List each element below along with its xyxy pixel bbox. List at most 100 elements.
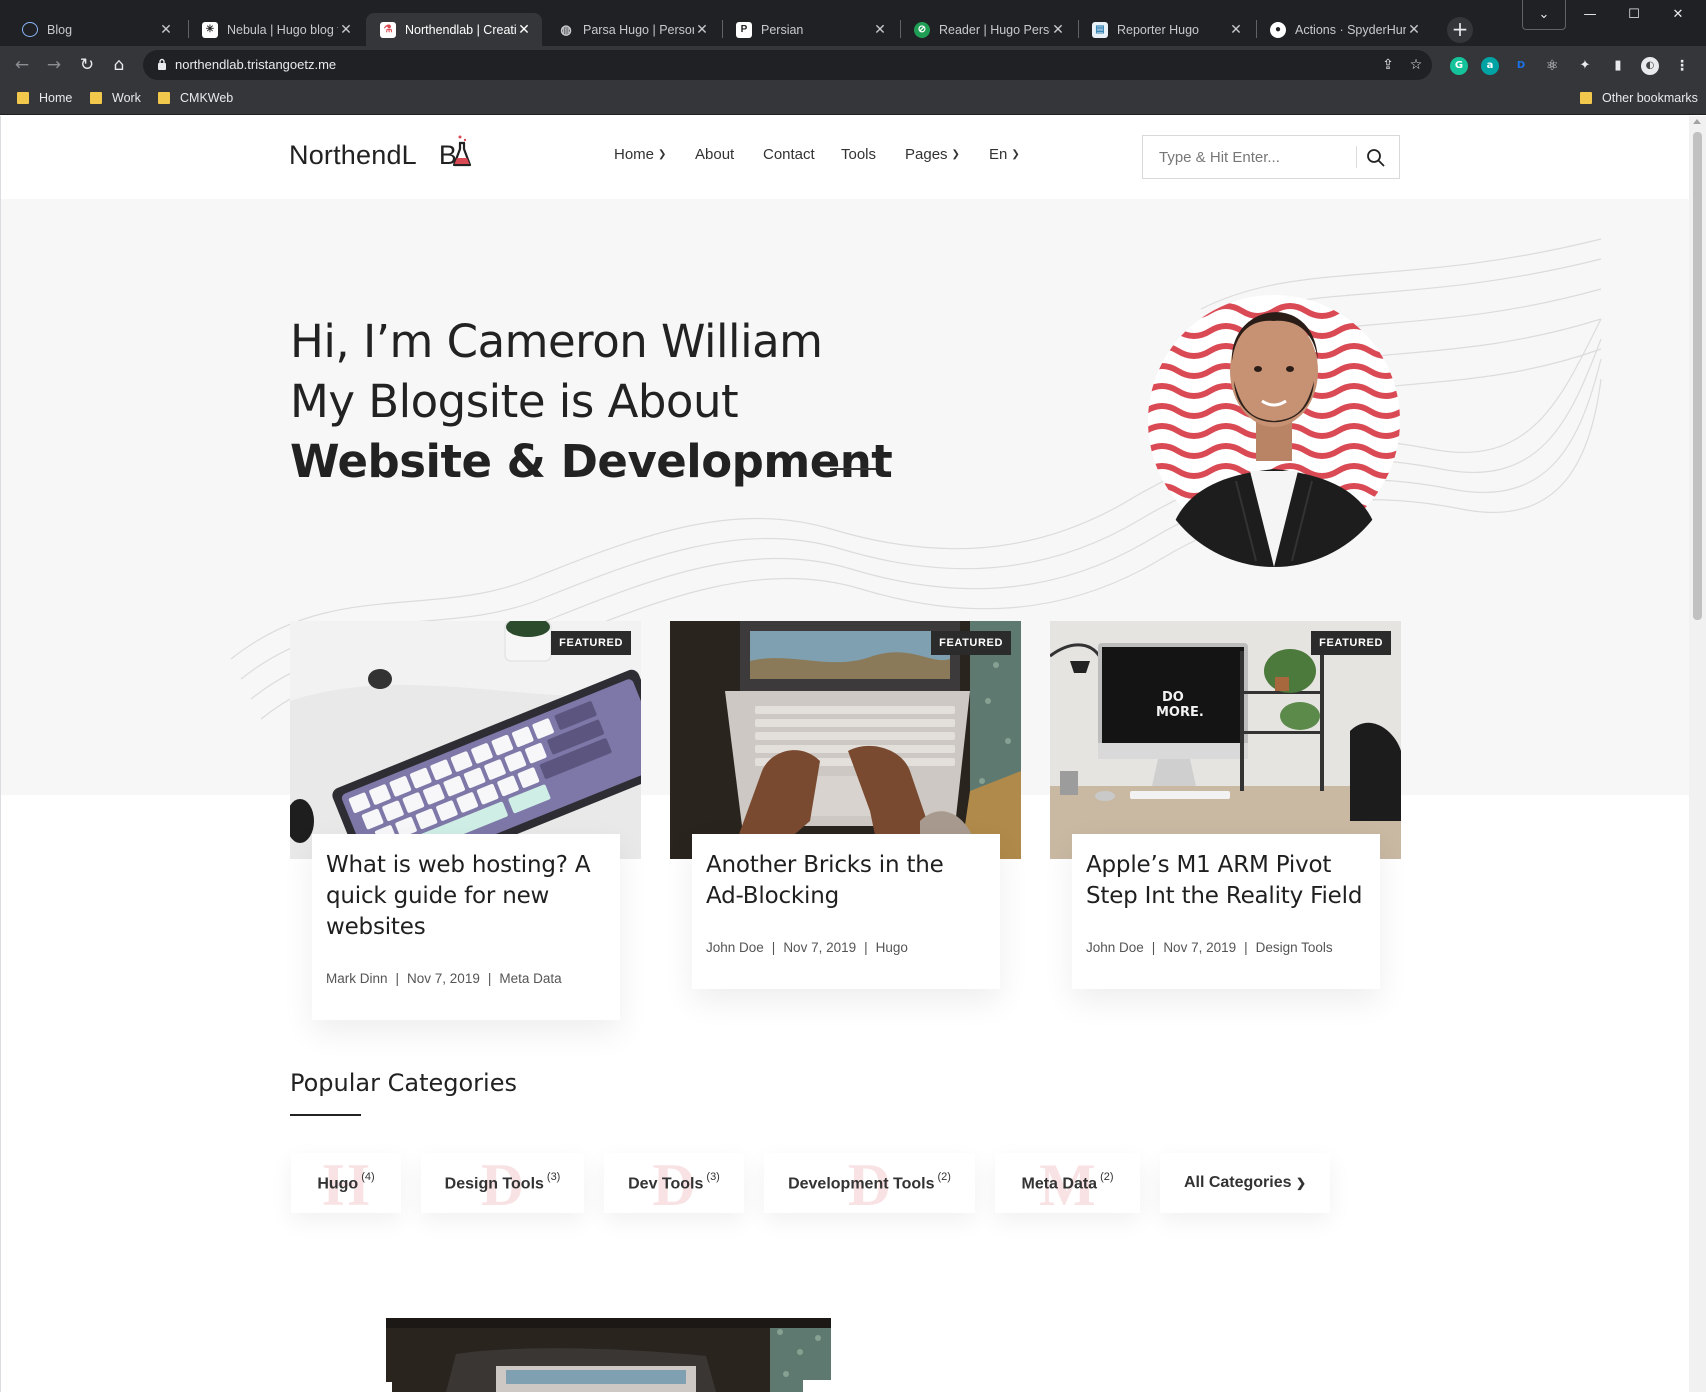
tab-title: Parsa Hugo | Persona [583,22,694,37]
category-label: Hugo (4) [317,1171,374,1193]
react-devtools-icon[interactable]: ⚛ [1543,57,1561,75]
page-scrollbar[interactable] [1689,116,1706,1392]
address-bar[interactable]: northendlab.tristangoetz.me ⇪ ☆ [143,50,1432,80]
tab-nebula[interactable]: ✳ Nebula | Hugo blog th ✕ [188,13,364,46]
nav-pages[interactable]: Pages ❯ [905,146,960,163]
category-dev-tools[interactable]: D Dev Tools (3) [604,1153,744,1213]
tab-close-icon[interactable]: ✕ [338,21,354,38]
post-image-laptop[interactable]: FEATURED [670,621,1021,859]
tab-close-icon[interactable]: ✕ [158,21,174,38]
category-design-tools[interactable]: D Design Tools (3) [421,1153,584,1213]
tab-close-icon[interactable]: ✕ [516,21,532,38]
nav-language[interactable]: En ❯ [989,146,1020,163]
bookmark-home[interactable]: Home [17,91,72,105]
home-icon[interactable]: ⌂ [107,54,131,78]
meta-separator: | [1244,940,1248,955]
maximize-icon[interactable]: ☐ [1612,0,1656,30]
share-icon[interactable]: ⇪ [1379,56,1397,74]
post-title[interactable]: What is web hosting? A quick guide for n… [326,850,606,943]
category-hugo[interactable]: H Hugo (4) [291,1153,401,1213]
bookmark-other[interactable]: Other bookmarks [1580,91,1698,105]
site-logo[interactable]: NorthendL B [289,135,472,171]
minimize-icon[interactable]: — [1568,0,1612,30]
tab-reader[interactable]: ⊘ Reader | Hugo Person ✕ [900,13,1076,46]
nav-about[interactable]: About [695,146,734,163]
bookmark-label: Home [39,91,73,105]
bookmark-cmkweb[interactable]: CMKWeb [158,91,233,105]
back-arrow-icon[interactable]: ← [10,54,34,78]
heading-underline [290,1114,361,1116]
post-meta: John Doe | Nov 7, 2019 | Design Tools [1086,940,1366,955]
category-meta-data[interactable]: M Meta Data (2) [995,1153,1140,1213]
tab-persian[interactable]: P Persian ✕ [722,13,898,46]
tab-github-actions[interactable]: ● Actions · SpyderHunt ✕ [1256,13,1432,46]
category-count: (3) [546,1170,561,1183]
post-image-laptop-preview[interactable] [386,1318,831,1392]
post-title[interactable]: Another Bricks in the Ad-Blocking [706,850,986,912]
tab-close-icon[interactable]: ✕ [1228,21,1244,38]
post-author[interactable]: John Doe [1086,940,1144,955]
search-icon[interactable] [1364,146,1388,170]
post-date: Nov 7, 2019 [783,940,857,955]
tab-title: Actions · SpyderHunt [1295,22,1406,37]
tab-close-icon[interactable]: ✕ [872,21,888,38]
post-author[interactable]: John Doe [706,940,764,955]
post-category[interactable]: Hugo [876,940,908,955]
category-name: Design Tools [444,1175,544,1193]
nav-label: En [989,146,1008,163]
tab-blog[interactable]: Blog ✕ [8,13,184,46]
menu-kebab-icon[interactable]: ⋮ [1673,57,1691,75]
post-card-web-hosting[interactable]: What is web hosting? A quick guide for n… [312,834,620,1020]
profile-avatar-icon[interactable]: ◐ [1641,57,1659,75]
post-date: Nov 7, 2019 [407,971,480,986]
tab-close-icon[interactable]: ✕ [1050,21,1066,38]
category-name: Development Tools [788,1175,935,1193]
nav-contact[interactable]: Contact [763,146,815,163]
post-title[interactable]: Apple’s M1 ARM Pivot Step Int the Realit… [1086,850,1366,912]
hero-line-greeting: Hi, I’m Cameron William [290,315,823,368]
grammarly-extension-icon[interactable]: G [1450,57,1468,75]
post-category[interactable]: Design Tools [1256,940,1333,955]
side-panel-icon[interactable]: ▮ [1609,57,1627,75]
post-image-keyboard[interactable]: FEATURED [290,621,641,859]
chevron-down-icon: ❯ [1011,149,1020,160]
close-window-icon[interactable]: ✕ [1656,0,1700,30]
tab-title: Persian [761,22,804,37]
search-divider [1356,146,1357,168]
globe-favicon-icon: ◍ [560,21,572,37]
search-input[interactable] [1143,136,1355,178]
category-development-tools[interactable]: D Development Tools (2) [764,1153,975,1213]
category-label: Dev Tools (3) [628,1171,720,1193]
tab-search-dropdown-icon[interactable]: ⌄ [1522,0,1566,30]
meta-separator: | [1151,940,1156,955]
post-image-imac[interactable]: DO MORE. FEATURED [1050,621,1401,859]
post-card-apple-m1[interactable]: Apple’s M1 ARM Pivot Step Int the Realit… [1072,834,1380,989]
chevron-down-icon: ❯ [951,149,960,160]
tab-close-icon[interactable]: ✕ [1406,21,1422,38]
keyboard-photo [290,621,641,859]
forward-arrow-icon[interactable]: → [42,54,66,78]
new-tab-button[interactable]: + [1447,17,1473,43]
scrollbar-thumb[interactable] [1693,132,1702,620]
post-category[interactable]: Meta Data [499,971,561,986]
d-extension-icon[interactable]: D [1512,57,1530,75]
github-favicon-icon: ● [1270,21,1286,38]
bookmark-star-icon[interactable]: ☆ [1407,56,1425,74]
a-extension-icon[interactable]: a [1481,57,1499,75]
tab-parsa[interactable]: ◍ Parsa Hugo | Persona ✕ [544,13,720,46]
extensions-puzzle-icon[interactable]: ✦ [1576,57,1594,75]
post-author[interactable]: Mark Dinn [326,971,388,986]
bookmark-work[interactable]: Work [90,91,141,105]
all-categories-button[interactable]: All Categories ❯ [1160,1153,1330,1213]
nav-home[interactable]: Home ❯ [614,146,666,163]
tab-northendlab[interactable]: ⚗ Northendlab | Creativ ✕ [366,13,542,46]
folder-icon [17,92,29,104]
tab-reporter[interactable]: ▤ Reporter Hugo ✕ [1078,13,1254,46]
nav-tools[interactable]: Tools [841,146,876,163]
post-card-ad-blocking[interactable]: Another Bricks in the Ad-Blocking John D… [692,834,1000,989]
reload-icon[interactable]: ↻ [75,54,99,78]
do-more-screen-text: DO [1162,690,1184,705]
scroll-up-arrow-icon[interactable] [1693,119,1701,124]
tab-close-icon[interactable]: ✕ [694,21,710,38]
laptop-preview-photo [386,1318,831,1392]
